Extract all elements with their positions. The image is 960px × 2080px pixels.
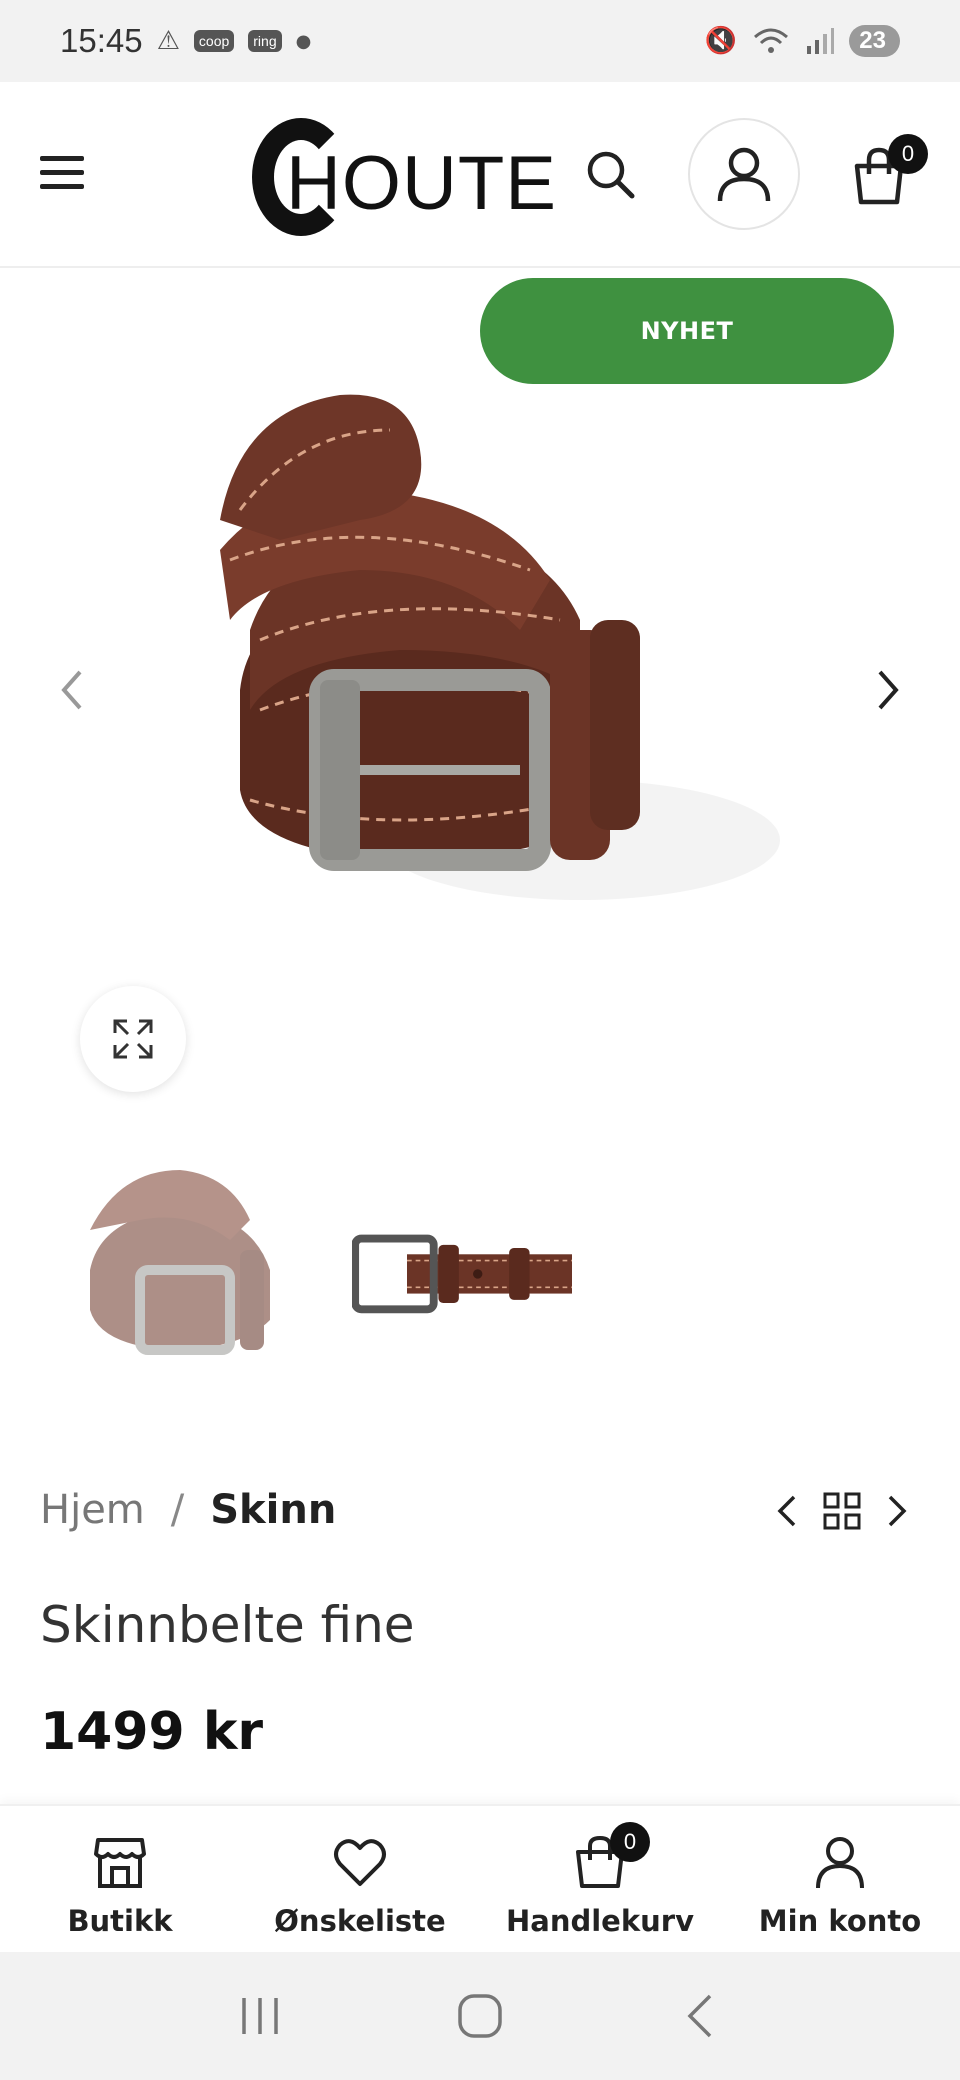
coop-notification-icon: coop bbox=[193, 30, 235, 52]
nav-wishlist-label: Ønskeliste bbox=[274, 1904, 446, 1938]
home-button-icon[interactable] bbox=[450, 1986, 510, 2046]
breadcrumb-home-link[interactable]: Hjem bbox=[40, 1487, 145, 1533]
status-bar: 15:45 ⚠ coop ring ● 🔇 23 bbox=[0, 0, 960, 82]
user-icon bbox=[816, 1837, 864, 1889]
menu-icon[interactable] bbox=[40, 156, 84, 190]
expand-icon bbox=[113, 1019, 153, 1059]
thumbnail-strip bbox=[0, 1150, 960, 1390]
product-gallery: NYHET bbox=[0, 270, 960, 1110]
nav-account[interactable]: Min konto bbox=[720, 1806, 960, 1954]
thumbnail-2[interactable] bbox=[352, 1150, 572, 1390]
product-navigation bbox=[772, 1488, 912, 1534]
back-button-icon[interactable] bbox=[670, 1986, 730, 2046]
system-navigation-bar bbox=[0, 1952, 960, 2080]
bottom-navigation: Butikk Ønskeliste 0 Handlekurv Min konto bbox=[0, 1804, 960, 1952]
store-icon bbox=[94, 1838, 146, 1888]
account-button[interactable] bbox=[688, 118, 800, 230]
site-logo[interactable]: HOUTE bbox=[252, 118, 556, 238]
cart-count-badge: 0 bbox=[888, 134, 928, 174]
status-time: 15:45 bbox=[60, 22, 143, 59]
nav-shop[interactable]: Butikk bbox=[0, 1806, 240, 1954]
thumbnail-1[interactable] bbox=[80, 1150, 300, 1390]
more-notifications-dot-icon: ● bbox=[295, 30, 312, 52]
nav-account-label: Min konto bbox=[758, 1904, 922, 1938]
nav-cart-label: Handlekurv bbox=[506, 1904, 694, 1938]
nav-shop-label: Butikk bbox=[67, 1904, 173, 1938]
heart-icon bbox=[334, 1839, 386, 1886]
zoom-button[interactable] bbox=[80, 986, 186, 1092]
new-badge: NYHET bbox=[480, 278, 894, 384]
cart-button[interactable]: 0 bbox=[852, 134, 928, 206]
logo-text: HOUTE bbox=[286, 141, 557, 226]
breadcrumb-separator: / bbox=[170, 1487, 185, 1533]
battery-level: 23 bbox=[849, 25, 900, 57]
product-title: Skinnbelte fine bbox=[40, 1596, 415, 1654]
breadcrumb: Hjem / Skinn bbox=[40, 1480, 336, 1540]
site-header: HOUTE 0 bbox=[0, 82, 960, 268]
nav-cart[interactable]: 0 Handlekurv bbox=[480, 1806, 720, 1954]
previous-product-icon[interactable] bbox=[772, 1491, 800, 1531]
warning-icon: ⚠ bbox=[156, 26, 180, 56]
next-product-icon[interactable] bbox=[884, 1491, 912, 1531]
breadcrumb-category-link[interactable]: Skinn bbox=[210, 1487, 336, 1533]
chevron-right-icon[interactable] bbox=[868, 660, 908, 720]
nav-cart-count-badge: 0 bbox=[610, 1822, 650, 1862]
ring-notification-icon: ring bbox=[248, 30, 282, 52]
chevron-left-icon[interactable] bbox=[52, 660, 92, 720]
search-icon[interactable] bbox=[582, 146, 638, 202]
grid-icon[interactable] bbox=[822, 1491, 862, 1531]
recent-apps-icon[interactable] bbox=[230, 1986, 290, 2046]
product-price: 1499 kr bbox=[40, 1702, 264, 1762]
mute-icon: 🔇 bbox=[704, 26, 738, 56]
nav-wishlist[interactable]: Ønskeliste bbox=[240, 1806, 480, 1954]
product-main-image[interactable] bbox=[220, 390, 820, 1010]
user-icon bbox=[717, 147, 771, 202]
wifi-icon bbox=[754, 28, 789, 53]
signal-icon bbox=[807, 28, 835, 54]
